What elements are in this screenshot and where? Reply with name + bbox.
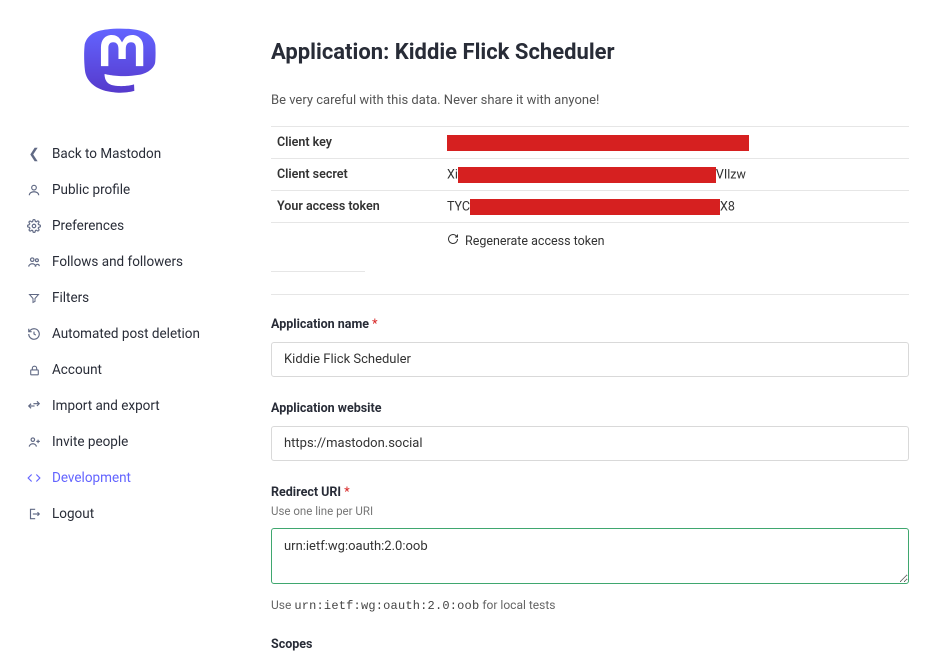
nav-automated-post-deletion[interactable]: Automated post deletion bbox=[22, 316, 235, 352]
field-redirect-uri: Redirect URI * Use one line per URI Use … bbox=[271, 485, 909, 613]
nav-label: Public profile bbox=[52, 182, 130, 198]
transfer-icon bbox=[26, 399, 42, 413]
nav-label: Follows and followers bbox=[52, 254, 183, 270]
person-icon bbox=[26, 183, 42, 197]
invite-icon bbox=[26, 435, 42, 449]
nav-import-export[interactable]: Import and export bbox=[22, 388, 235, 424]
redacted-bar bbox=[470, 199, 720, 215]
logo bbox=[22, 28, 235, 108]
application-website-label: Application website bbox=[271, 401, 909, 416]
field-application-name: Application name * bbox=[271, 317, 909, 377]
local-test-hint: Use urn:ietf:wg:oauth:2.0:oob for local … bbox=[271, 598, 909, 613]
nav-public-profile[interactable]: Public profile bbox=[22, 172, 235, 208]
regenerate-label: Regenerate access token bbox=[465, 234, 604, 249]
required-marker: * bbox=[372, 317, 377, 332]
redirect-uri-hint: Use one line per URI bbox=[271, 504, 909, 518]
client-key-value bbox=[441, 127, 909, 159]
nav-label: Logout bbox=[52, 506, 94, 522]
nav-label: Back to Mastodon bbox=[52, 146, 161, 162]
credentials-table: Client key Client secret Xi VIlzw Your ac… bbox=[271, 126, 909, 223]
nav-filters[interactable]: Filters bbox=[22, 280, 235, 316]
nav-label: Import and export bbox=[52, 398, 160, 414]
client-secret-row: Client secret Xi VIlzw bbox=[271, 159, 909, 191]
nav-label: Invite people bbox=[52, 434, 128, 450]
nav-development[interactable]: Development bbox=[22, 460, 235, 496]
hint-suffix: for local tests bbox=[479, 598, 555, 612]
nav-preferences[interactable]: Preferences bbox=[22, 208, 235, 244]
redacted-bar bbox=[447, 135, 749, 151]
client-key-row: Client key bbox=[271, 127, 909, 159]
code-icon bbox=[26, 471, 42, 485]
regenerate-access-token-link[interactable]: Regenerate access token bbox=[447, 233, 604, 249]
client-secret-prefix: Xi bbox=[447, 167, 458, 182]
nav-back-to-mastodon[interactable]: ❮ Back to Mastodon bbox=[22, 136, 235, 172]
label-text: Redirect URI bbox=[271, 485, 341, 500]
lock-icon bbox=[26, 364, 42, 377]
logout-icon bbox=[26, 507, 42, 521]
field-application-website: Application website bbox=[271, 401, 909, 461]
page-title: Application: Kiddie Flick Scheduler bbox=[271, 40, 909, 65]
nav-label: Development bbox=[52, 470, 131, 486]
access-token-suffix: X8 bbox=[720, 199, 735, 214]
sidebar: ❮ Back to Mastodon Public profile Prefer… bbox=[0, 0, 235, 651]
access-token-row: Your access token TYC X8 bbox=[271, 191, 909, 223]
warning-text: Be very careful with this data. Never sh… bbox=[271, 93, 909, 108]
main-content: Application: Kiddie Flick Scheduler Be v… bbox=[235, 0, 945, 651]
full-separator bbox=[271, 294, 909, 295]
nav-label: Account bbox=[52, 362, 102, 378]
access-token-value: TYC X8 bbox=[441, 191, 909, 223]
application-website-input[interactable] bbox=[271, 426, 909, 461]
nav-invite-people[interactable]: Invite people bbox=[22, 424, 235, 460]
nav-account[interactable]: Account bbox=[22, 352, 235, 388]
redacted-bar bbox=[458, 167, 716, 183]
client-secret-suffix: VIlzw bbox=[716, 167, 746, 182]
hint-prefix: Use bbox=[271, 598, 294, 612]
access-token-prefix: TYC bbox=[447, 199, 470, 214]
mastodon-logo-icon bbox=[84, 28, 156, 104]
application-name-input[interactable] bbox=[271, 342, 909, 377]
client-secret-value: Xi VIlzw bbox=[441, 159, 909, 191]
filter-icon bbox=[26, 292, 42, 304]
client-key-label: Client key bbox=[271, 127, 441, 159]
gear-icon bbox=[26, 219, 42, 233]
chevron-left-icon: ❮ bbox=[26, 146, 42, 162]
hint-code: urn:ietf:wg:oauth:2.0:oob bbox=[294, 599, 479, 613]
nav-logout[interactable]: Logout bbox=[22, 496, 235, 532]
nav-follows-followers[interactable]: Follows and followers bbox=[22, 244, 235, 280]
refresh-icon bbox=[447, 233, 459, 249]
section-separator bbox=[271, 271, 365, 272]
access-token-label: Your access token bbox=[271, 191, 441, 223]
redirect-uri-textarea[interactable] bbox=[271, 528, 909, 584]
required-marker: * bbox=[344, 485, 349, 500]
history-icon bbox=[26, 327, 42, 341]
nav-label: Preferences bbox=[52, 218, 124, 234]
label-text: Application name bbox=[271, 317, 369, 332]
nav-label: Automated post deletion bbox=[52, 326, 200, 342]
nav-list: ❮ Back to Mastodon Public profile Prefer… bbox=[22, 136, 235, 532]
redirect-uri-label: Redirect URI * bbox=[271, 485, 909, 500]
client-secret-label: Client secret bbox=[271, 159, 441, 191]
nav-label: Filters bbox=[52, 290, 89, 306]
scopes-label: Scopes bbox=[271, 637, 909, 651]
application-name-label: Application name * bbox=[271, 317, 909, 332]
group-icon bbox=[26, 255, 42, 269]
